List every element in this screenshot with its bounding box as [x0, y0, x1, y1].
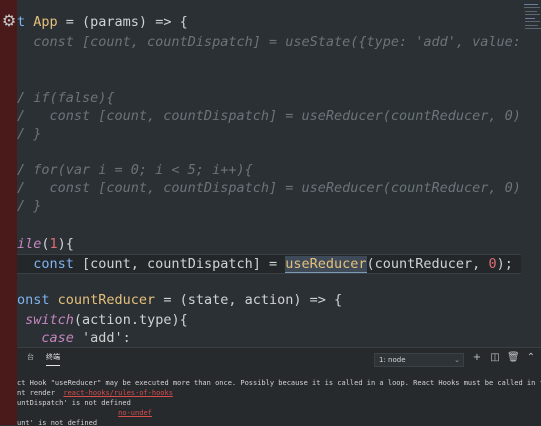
code-token: 'add':	[73, 330, 131, 346]
minimap-line	[525, 25, 538, 26]
terminal-selector[interactable]: 1: node ⌄	[374, 353, 464, 367]
rule-link[interactable]: react-hooks/rules-of-hooks	[63, 389, 173, 397]
terminal-line: nt render react-hooks/rules-of-hooks	[17, 388, 173, 398]
chevron-down-icon: ⌄	[454, 356, 460, 364]
code-token: case	[41, 330, 74, 346]
terminal-output[interactable]: ct Hook "useReducer" may be executed mor…	[17, 374, 541, 426]
terminal-selector-label: 1: node	[379, 356, 406, 364]
code-token: = (params) => {	[57, 14, 188, 30]
code-line-7: / const [count, countDispatch] = useRedu…	[17, 180, 521, 196]
code-line-9: ile(1){	[17, 234, 521, 254]
code-editor[interactable]: t App = (params) => { const [count, coun…	[17, 0, 521, 347]
code-line-13: case 'add':	[17, 328, 521, 347]
code-line-11: onst countReducer = (state, action) => {	[17, 290, 521, 310]
minimap[interactable]	[521, 0, 541, 347]
code-line-3: / if(false){	[17, 90, 115, 106]
gear-icon[interactable]: ⚙	[0, 10, 18, 32]
code-token: (action.type){	[73, 312, 188, 328]
code-token: (	[41, 236, 50, 252]
code-line-6: / for(var i = 0; i < 5; i++){	[17, 162, 253, 178]
terminal-line: untDispatch' is not defined	[17, 399, 131, 407]
code-line-5: / }	[17, 126, 42, 142]
minimap-line	[525, 18, 535, 19]
minimap-line	[525, 28, 541, 29]
code-token: );	[496, 256, 513, 272]
minimap-line	[524, 4, 538, 5]
code-token: 0	[488, 256, 497, 272]
code-token: App	[33, 14, 58, 30]
code-token: 1	[49, 236, 58, 252]
code-token: t	[17, 14, 34, 30]
code-line-8: / }	[17, 198, 42, 214]
terminal-line: no-undef	[17, 408, 152, 418]
code-token: [count, countDispatch] =	[82, 256, 286, 272]
trash-icon[interactable]: 🗑	[507, 352, 520, 364]
code-token: = (state, action) => {	[155, 292, 343, 308]
code-token: countReducer	[57, 292, 156, 308]
split-icon[interactable]: ◫	[489, 352, 501, 364]
minimap-line	[525, 14, 540, 15]
code-line-12: switch(action.type){	[17, 310, 521, 330]
code-line-1: t App = (params) => {	[17, 12, 521, 32]
code-token: (countReducer,	[366, 256, 489, 272]
terminal-line: ct Hook "useReducer" may be executed mor…	[17, 379, 541, 387]
plus-icon[interactable]: +	[471, 352, 483, 364]
minimap-line	[525, 21, 540, 22]
code-line-4: / const [count, countDispatch] = useRedu…	[17, 108, 521, 124]
code-token: ){	[57, 236, 74, 252]
code-token: switch	[25, 312, 74, 328]
tab-console[interactable]: 台	[27, 352, 34, 362]
activity-bar-inner	[0, 0, 17, 425]
code-line-10-current: const [count, countDispatch] = useReduce…	[17, 254, 521, 274]
bottom-panel: 台 终端 1: node ⌄ + ◫ 🗑 ⌃ ct Hook "useReduc…	[17, 347, 541, 426]
terminal-text: nt render	[17, 389, 64, 397]
code-line-2: const [count, countDispatch] = useState(…	[17, 34, 521, 50]
code-token: const	[17, 256, 83, 272]
maximize-icon[interactable]: ⌃	[525, 352, 537, 364]
code-token-highlighted: useReducer	[285, 256, 367, 273]
rule-link[interactable]: no-undef	[118, 409, 152, 417]
minimap-line	[524, 7, 540, 8]
tab-terminal[interactable]: 终端	[46, 352, 60, 366]
panel-tabbar: 台 终端 1: node ⌄ + ◫ 🗑 ⌃	[17, 348, 541, 370]
code-token: ile	[17, 236, 42, 252]
code-token: onst	[17, 292, 58, 308]
minimap-line	[525, 11, 537, 12]
